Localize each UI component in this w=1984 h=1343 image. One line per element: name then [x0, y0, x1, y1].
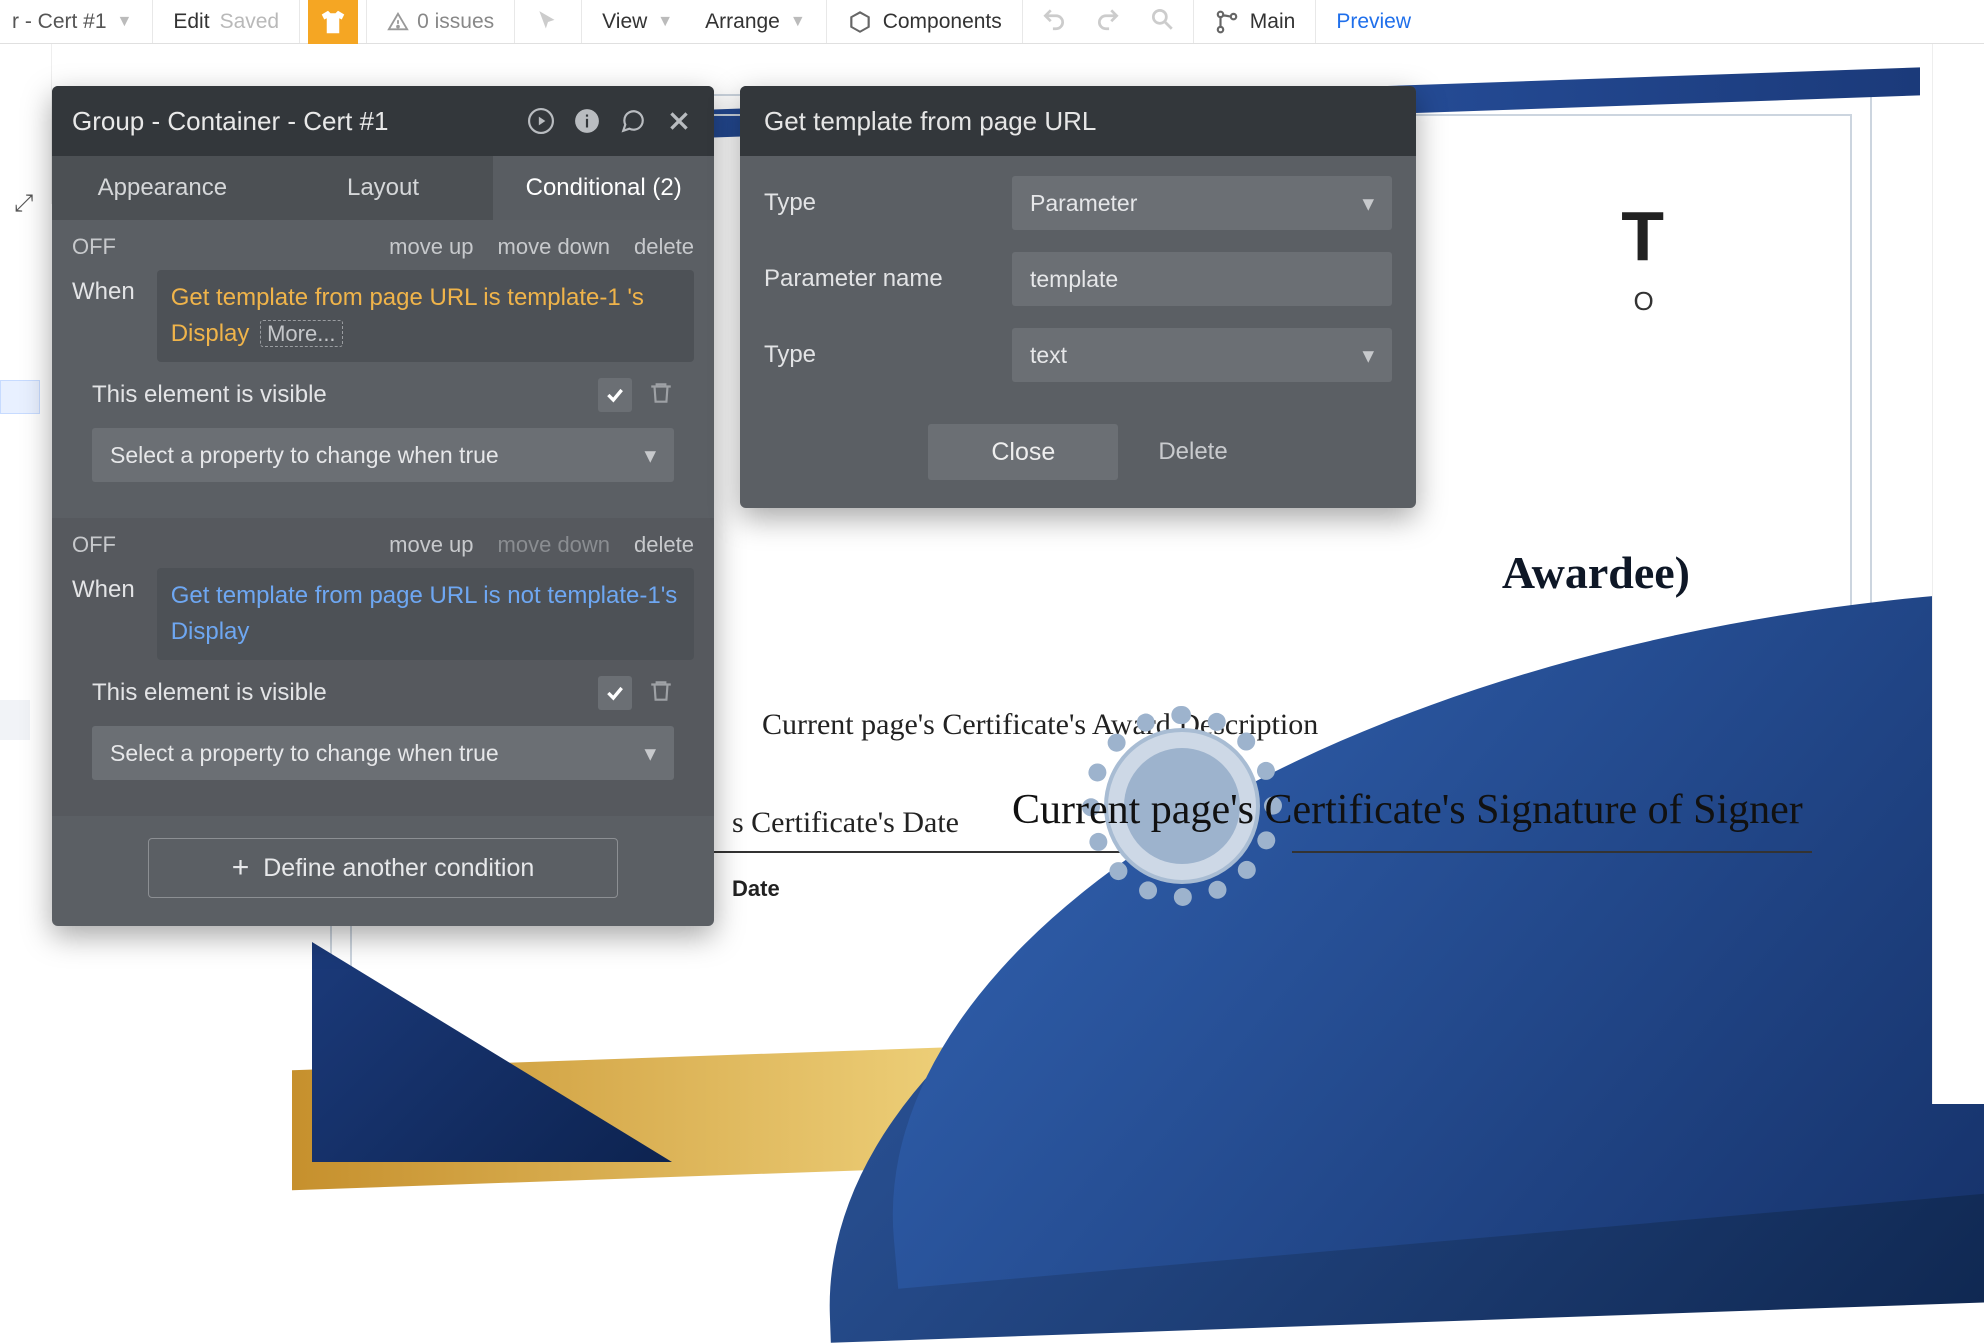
trash-icon[interactable] — [648, 678, 674, 709]
play-icon[interactable] — [526, 106, 556, 136]
type-label: Type — [764, 189, 994, 217]
visible-label: This element is visible — [92, 381, 582, 409]
visible-label: This element is visible — [92, 679, 582, 707]
condition-expression[interactable]: Get template from page URL is template-1… — [157, 270, 694, 362]
condition-block-1: OFF move up move down delete When Get te… — [52, 220, 714, 518]
chevron-down-icon: ▾ — [1362, 190, 1374, 217]
type-select[interactable]: Parameter ▾ — [1012, 176, 1392, 230]
panel-title: Group - Container - Cert #1 — [72, 106, 510, 137]
move-down-button[interactable]: move down — [498, 234, 611, 260]
element-name: r - Cert #1 — [12, 10, 107, 34]
parameter-name-input[interactable]: template — [1012, 252, 1392, 306]
tab-layout[interactable]: Layout — [273, 156, 494, 220]
search-button[interactable] — [1139, 6, 1185, 38]
parameter-name-label: Parameter name — [764, 265, 994, 293]
date-label: Date — [732, 876, 780, 902]
undo-button[interactable] — [1031, 6, 1077, 38]
certificate-heading: T O — [1621, 196, 1670, 317]
expand-icon[interactable]: ⤢ — [14, 190, 33, 218]
visible-checkbox[interactable] — [598, 378, 632, 412]
close-icon[interactable] — [664, 106, 694, 136]
condition-expression[interactable]: Get template from page URL is not templa… — [157, 568, 694, 660]
element-breadcrumb[interactable]: r - Cert #1 ▼ — [0, 0, 144, 43]
expression-popup: Get template from page URL Type Paramete… — [740, 86, 1416, 508]
condition-block-2: OFF move up move down delete When Get te… — [52, 518, 714, 816]
awardee-text[interactable]: Awardee) — [1502, 546, 1690, 599]
property-select[interactable]: Select a property to change when true ▾ — [92, 428, 674, 482]
comment-icon[interactable] — [618, 106, 648, 136]
property-editor-panel: Group - Container - Cert #1 Appearance L… — [52, 86, 714, 926]
delete-button[interactable]: Delete — [1158, 438, 1227, 466]
visible-checkbox[interactable] — [598, 676, 632, 710]
view-menu[interactable]: View ▼ — [590, 0, 685, 43]
chevron-down-icon: ▾ — [1362, 342, 1374, 369]
property-select[interactable]: Select a property to change when true ▾ — [92, 726, 674, 780]
move-up-button[interactable]: move up — [389, 532, 473, 558]
move-up-button[interactable]: move up — [389, 234, 473, 260]
delete-condition-button[interactable]: delete — [634, 532, 694, 558]
redo-button[interactable] — [1085, 6, 1131, 38]
chevron-down-icon: ▼ — [657, 13, 673, 31]
add-condition-button[interactable]: + Define another condition — [148, 838, 618, 898]
issues-button[interactable]: 0 issues — [375, 0, 506, 43]
cursor-tool[interactable] — [523, 0, 573, 43]
panel-header[interactable]: Group - Container - Cert #1 — [52, 86, 714, 156]
left-highlight — [0, 380, 40, 414]
chevron-down-icon: ▾ — [644, 442, 656, 469]
tshirt-icon[interactable] — [308, 0, 358, 44]
type2-select[interactable]: text ▾ — [1012, 328, 1392, 382]
components-button[interactable]: Components — [835, 0, 1014, 43]
info-icon[interactable] — [572, 106, 602, 136]
close-button[interactable]: Close — [928, 424, 1118, 480]
left-rail-segment — [0, 700, 30, 740]
chevron-down-icon: ▼ — [790, 13, 806, 31]
save-status: Saved — [220, 10, 280, 34]
plus-icon: + — [232, 851, 250, 885]
chevron-down-icon: ▼ — [117, 13, 133, 31]
move-down-button[interactable]: move down — [498, 532, 611, 558]
signature-text[interactable]: Current page's Certificate's Signature o… — [1012, 786, 1803, 834]
panel-tabs: Appearance Layout Conditional (2) — [52, 156, 714, 220]
type2-label: Type — [764, 341, 994, 369]
more-link[interactable]: More... — [260, 320, 342, 347]
left-rail: ⤢ — [0, 44, 52, 204]
popup-title[interactable]: Get template from page URL — [740, 86, 1416, 156]
top-toolbar: r - Cert #1 ▼ Edit Saved 0 issues View ▼… — [0, 0, 1984, 44]
date-value-text[interactable]: s Certificate's Date — [732, 806, 959, 840]
when-label: When — [72, 568, 135, 604]
tab-appearance[interactable]: Appearance — [52, 156, 273, 220]
preview-button[interactable]: Preview — [1324, 0, 1423, 43]
tab-conditional[interactable]: Conditional (2) — [493, 156, 714, 220]
signature-underline — [1292, 851, 1812, 853]
trash-icon[interactable] — [648, 380, 674, 411]
issues-label: 0 issues — [417, 10, 494, 34]
branch-menu[interactable]: Main — [1202, 0, 1308, 43]
when-label: When — [72, 270, 135, 306]
chevron-down-icon: ▾ — [644, 740, 656, 767]
arrange-menu[interactable]: Arrange ▼ — [693, 0, 818, 43]
edit-menu[interactable]: Edit — [173, 10, 209, 34]
right-rail — [1932, 44, 1984, 1104]
delete-condition-button[interactable]: delete — [634, 234, 694, 260]
condition-state: OFF — [72, 234, 116, 260]
condition-state: OFF — [72, 532, 116, 558]
